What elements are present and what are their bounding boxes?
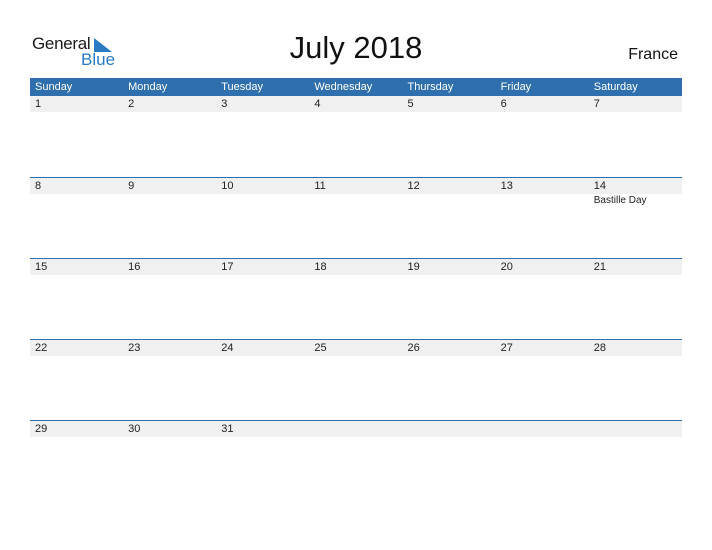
- date-band: 15 16 17 18 19 20 21: [30, 259, 682, 275]
- day-number: 25: [314, 342, 327, 354]
- day-event: Bastille Day: [593, 195, 647, 206]
- day-number: [309, 421, 402, 437]
- week-row: 15 16 17 18 19 20 21: [30, 258, 682, 339]
- day-event: [30, 194, 123, 208]
- day-number: 26: [407, 342, 420, 354]
- day-number: 3: [221, 98, 228, 110]
- events-row: Bastille Day: [30, 194, 682, 208]
- day-number: 20: [500, 261, 513, 273]
- day-event: [123, 194, 216, 208]
- weekday-header: Friday: [500, 81, 532, 93]
- day-number: 7: [593, 98, 600, 110]
- day-number: 31: [221, 423, 234, 435]
- day-number: 14: [593, 180, 606, 192]
- day-number: 13: [500, 180, 513, 192]
- day-number: 17: [221, 261, 234, 273]
- day-number: 24: [221, 342, 234, 354]
- date-band: 1 2 3 4 5 6 7: [30, 96, 682, 112]
- day-number: 18: [314, 261, 327, 273]
- day-number: 28: [593, 342, 606, 354]
- weekday-header: Tuesday: [221, 81, 264, 93]
- day-number: [589, 421, 682, 437]
- day-number: 11: [314, 180, 326, 192]
- weekday-header: Saturday: [593, 81, 638, 93]
- calendar-grid: Sunday Monday Tuesday Wednesday Thursday…: [30, 78, 682, 501]
- day-number: 8: [35, 180, 42, 192]
- week-row: 8 9 10 11 12 13 14 Bastille Day: [30, 177, 682, 258]
- day-number: 23: [128, 342, 141, 354]
- day-number: 19: [407, 261, 420, 273]
- weekday-header: Thursday: [407, 81, 454, 93]
- week-row: 1 2 3 4 5 6 7: [30, 96, 682, 177]
- date-band: 22 23 24 25 26 27 28: [30, 340, 682, 356]
- weeks-container: 1 2 3 4 5 6 7 8 9 10 11 12 13 14 Bastille Day 15 16 17 18 1…: [30, 96, 682, 501]
- day-number: 22: [35, 342, 48, 354]
- weekday-header: Wednesday: [314, 81, 373, 93]
- day-number: [496, 421, 589, 437]
- day-number: 29: [35, 423, 48, 435]
- day-number: 27: [500, 342, 513, 354]
- calendar-title: July 2018: [289, 30, 423, 65]
- country-label: France: [628, 46, 678, 63]
- day-number: 16: [128, 261, 141, 273]
- day-number: 4: [314, 98, 321, 110]
- day-number: 2: [128, 98, 135, 110]
- day-number: 5: [407, 98, 414, 110]
- day-number: 21: [593, 261, 606, 273]
- weekday-header-row: Sunday Monday Tuesday Wednesday Thursday…: [30, 78, 682, 96]
- week-row: 29 30 31: [30, 420, 682, 501]
- day-event: [216, 194, 309, 208]
- week-row: 22 23 24 25 26 27 28: [30, 339, 682, 420]
- weekday-header: Monday: [128, 81, 168, 93]
- day-event: [496, 194, 589, 208]
- day-number: 12: [407, 180, 420, 192]
- day-event: [403, 194, 496, 208]
- day-number: [403, 421, 496, 437]
- day-event: [309, 194, 402, 208]
- date-band: 8 9 10 11 12 13 14: [30, 178, 682, 194]
- day-number: 9: [128, 180, 135, 192]
- day-number: 15: [35, 261, 48, 273]
- date-band: 29 30 31: [30, 421, 682, 437]
- weekday-header: Sunday: [35, 81, 73, 93]
- day-number: 1: [35, 98, 42, 110]
- day-number: 6: [500, 98, 507, 110]
- day-number: 10: [221, 180, 234, 192]
- day-number: 30: [128, 423, 141, 435]
